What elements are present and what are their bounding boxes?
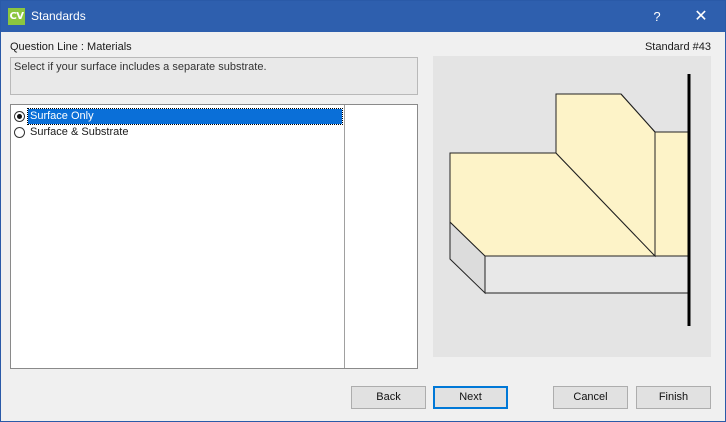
surface-diagram <box>449 74 691 326</box>
app-logo-icon: CV <box>8 8 25 25</box>
close-button[interactable]: ✕ <box>681 1 721 32</box>
question-description: Select if your surface includes a separa… <box>10 57 418 95</box>
option-surface-only[interactable]: Surface Only <box>14 108 344 125</box>
option-label: Surface Only <box>27 108 343 125</box>
radio-unchecked-icon[interactable] <box>14 127 25 138</box>
list-column-divider <box>344 105 345 368</box>
standards-dialog: CV Standards ? ✕ Question Line : Materia… <box>0 0 726 422</box>
window-title: Standards <box>31 9 86 23</box>
standard-preview-image <box>433 56 711 357</box>
option-label: Surface & Substrate <box>30 126 129 138</box>
radio-checked-icon[interactable] <box>14 111 25 122</box>
title-bar[interactable]: CV Standards ? ✕ <box>1 1 725 32</box>
options-list[interactable]: Surface Only Surface & Substrate <box>10 104 418 369</box>
option-surface-and-substrate[interactable]: Surface & Substrate <box>14 125 344 140</box>
next-button[interactable]: Next <box>433 386 508 409</box>
question-line-label: Question Line : Materials <box>10 41 132 53</box>
cancel-button[interactable]: Cancel <box>553 386 628 409</box>
finish-button[interactable]: Finish <box>636 386 711 409</box>
help-button[interactable]: ? <box>637 1 677 32</box>
back-button[interactable]: Back <box>351 386 426 409</box>
substrate-front <box>484 255 690 294</box>
standard-number-label: Standard #43 <box>644 41 711 53</box>
backsplash-front <box>654 131 690 257</box>
